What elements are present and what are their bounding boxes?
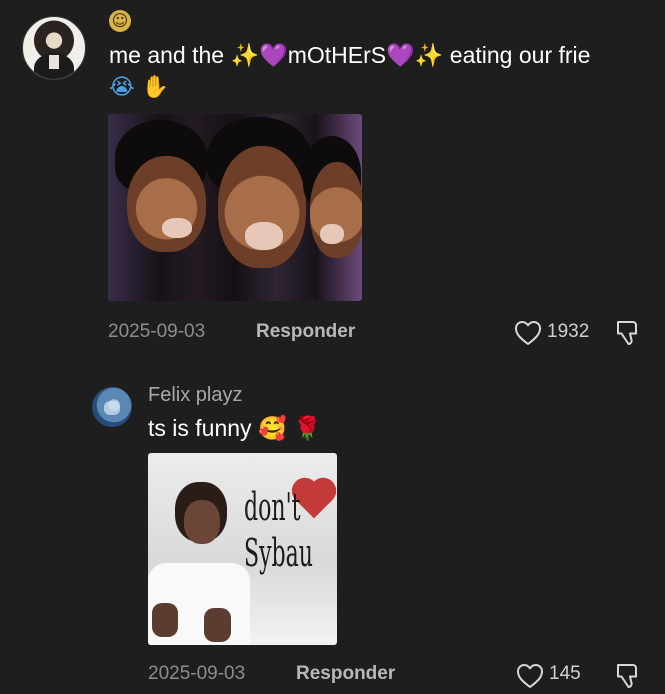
comment-reply-button[interactable]: Responder	[256, 320, 355, 344]
comment-date: 2025-09-03	[108, 321, 206, 342]
reply-text: ts is funny	[148, 415, 252, 441]
reply-text-line: ts is funny 🥰 🌹	[148, 413, 322, 443]
reply-dislike-icon[interactable]	[611, 660, 643, 692]
comment-text: me and the ✨💜mOtHErS💜✨ eating our frie	[109, 42, 591, 68]
comment-author-avatar[interactable]	[22, 16, 86, 80]
meme-caption-text: don't Sybau	[244, 485, 314, 575]
reaction-hand-right	[320, 224, 344, 244]
reply-like-count: 145	[549, 663, 581, 684]
loudly-crying-face-icon: 😭	[109, 75, 135, 100]
reaction-face-left	[127, 156, 206, 252]
like-heart-icon[interactable]	[513, 318, 543, 348]
reply-author-avatar[interactable]	[92, 387, 132, 427]
reply-like-heart-icon[interactable]	[515, 661, 545, 691]
meme-person-left-hand	[152, 603, 178, 637]
raised-hand-icon: ✋	[141, 75, 170, 100]
comment-emoji-line: 😭 ✋	[109, 73, 169, 103]
comment-like-count: 1932	[547, 321, 590, 342]
reaction-hand-left	[162, 218, 192, 238]
reply-meme-image[interactable]: don't Sybau	[148, 453, 337, 645]
avatar-decoration-shape	[104, 401, 120, 415]
meme-heart-icon	[295, 481, 333, 519]
reply-reply-button[interactable]: Responder	[296, 662, 395, 686]
reply-date: 2025-09-03	[148, 663, 246, 684]
meme-person-right-hand	[204, 608, 231, 642]
reply-author-name[interactable]: Felix playz	[148, 382, 242, 408]
rose-icon: 🌹	[292, 416, 322, 442]
comment-gif-image[interactable]	[108, 114, 362, 301]
meme-person-face	[184, 500, 220, 544]
reaction-hand-center	[245, 222, 283, 250]
slightly-smiling-face-icon: ☺	[109, 10, 131, 32]
dislike-icon[interactable]	[611, 317, 643, 349]
avatar-collar-shape	[49, 55, 59, 69]
smiling-face-with-hearts-icon: 🥰	[257, 416, 287, 442]
